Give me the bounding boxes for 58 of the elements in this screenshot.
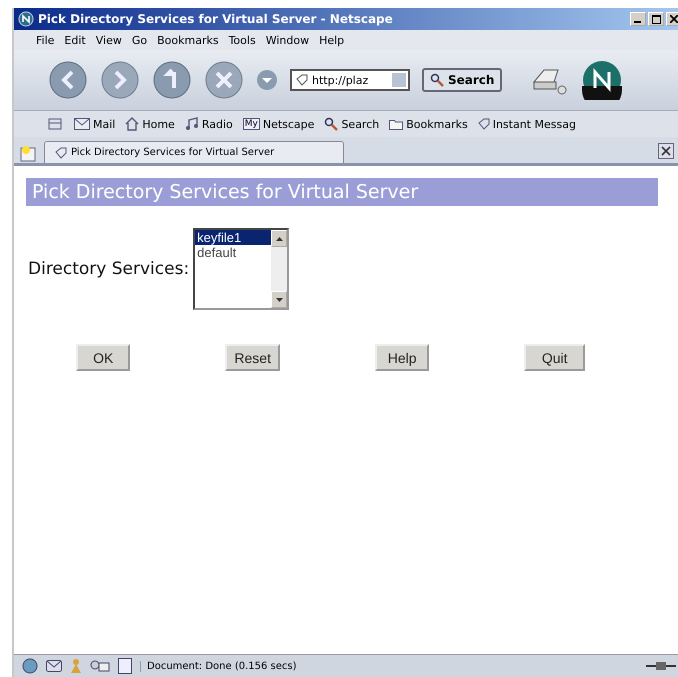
stop-icon[interactable] xyxy=(204,60,244,100)
bookmark-tag-icon xyxy=(296,74,308,86)
toolbar-link[interactable]: Instant Messag xyxy=(478,118,576,130)
menu-item[interactable]: Go xyxy=(132,34,148,46)
list-option[interactable]: keyfile1 xyxy=(195,230,272,245)
form-button[interactable]: Quit xyxy=(524,344,586,371)
bookmark-tag-icon xyxy=(55,146,67,158)
menu-item[interactable]: File xyxy=(36,34,54,46)
toolbar-link[interactable]: Mail xyxy=(74,118,116,130)
menu-item[interactable]: Tools xyxy=(228,34,256,46)
close-icon xyxy=(670,15,678,23)
browser-tab[interactable]: Pick Directory Services for Virtual Server xyxy=(44,141,344,163)
folder-icon xyxy=(389,118,404,130)
search-icon xyxy=(430,73,444,87)
toolbar-link[interactable]: Bookmarks xyxy=(389,118,468,130)
url-field[interactable]: http://plaz xyxy=(290,69,410,91)
field-label: Directory Services: xyxy=(28,259,190,279)
maximize-icon xyxy=(652,14,660,24)
envelope-icon xyxy=(74,118,90,130)
toolbar-link[interactable]: My Netscape xyxy=(242,118,314,130)
toolbar-link[interactable]: Home xyxy=(125,117,175,131)
envelope-icon[interactable] xyxy=(46,660,62,672)
scroll-down-button[interactable] xyxy=(271,291,288,308)
scrollbar[interactable] xyxy=(271,230,288,308)
minimize-button[interactable] xyxy=(630,12,646,26)
menu-item[interactable]: View xyxy=(96,34,122,46)
scroll-up-button[interactable] xyxy=(271,230,288,247)
my-netscape-icon: My xyxy=(242,118,260,130)
close-icon xyxy=(661,146,671,156)
maximize-button[interactable] xyxy=(648,12,664,26)
toolbar-link[interactable]: Radio xyxy=(184,117,233,131)
connection-plug-icon xyxy=(646,661,676,671)
dropdown-circle-icon[interactable] xyxy=(256,69,278,91)
search-icon xyxy=(324,117,338,131)
form-button[interactable]: Help xyxy=(374,344,430,371)
page-heading: Pick Directory Services for Virtual Server xyxy=(26,178,658,206)
menu-item[interactable]: Help xyxy=(319,34,344,46)
close-tab-button[interactable] xyxy=(658,143,674,159)
house-icon xyxy=(125,117,140,131)
search-button[interactable]: Search xyxy=(422,68,502,92)
list-option[interactable]: default xyxy=(195,245,272,260)
form-button[interactable]: OK xyxy=(76,344,130,371)
menu-item[interactable]: Window xyxy=(266,34,310,46)
bookmark-tag-icon xyxy=(478,118,490,130)
down-arrow-icon xyxy=(276,298,283,302)
menu-item[interactable]: Edit xyxy=(64,34,86,46)
page-icon[interactable] xyxy=(118,658,132,674)
globe-icon[interactable] xyxy=(22,658,38,674)
menu-item[interactable]: Bookmarks xyxy=(157,34,219,46)
status-text: Document: Done (0.156 secs) xyxy=(140,660,447,672)
close-button[interactable] xyxy=(666,12,678,26)
home-tab-icon[interactable] xyxy=(48,117,64,131)
list-box[interactable]: keyfile1 default xyxy=(193,228,290,310)
music-note-icon xyxy=(184,117,199,131)
window-title: Pick Directory Services for Virtual Server - Netscape xyxy=(38,12,394,26)
toolbar-link[interactable]: Search xyxy=(324,117,380,131)
form-button[interactable]: Reset xyxy=(225,344,280,371)
up-arrow-icon xyxy=(276,236,283,240)
